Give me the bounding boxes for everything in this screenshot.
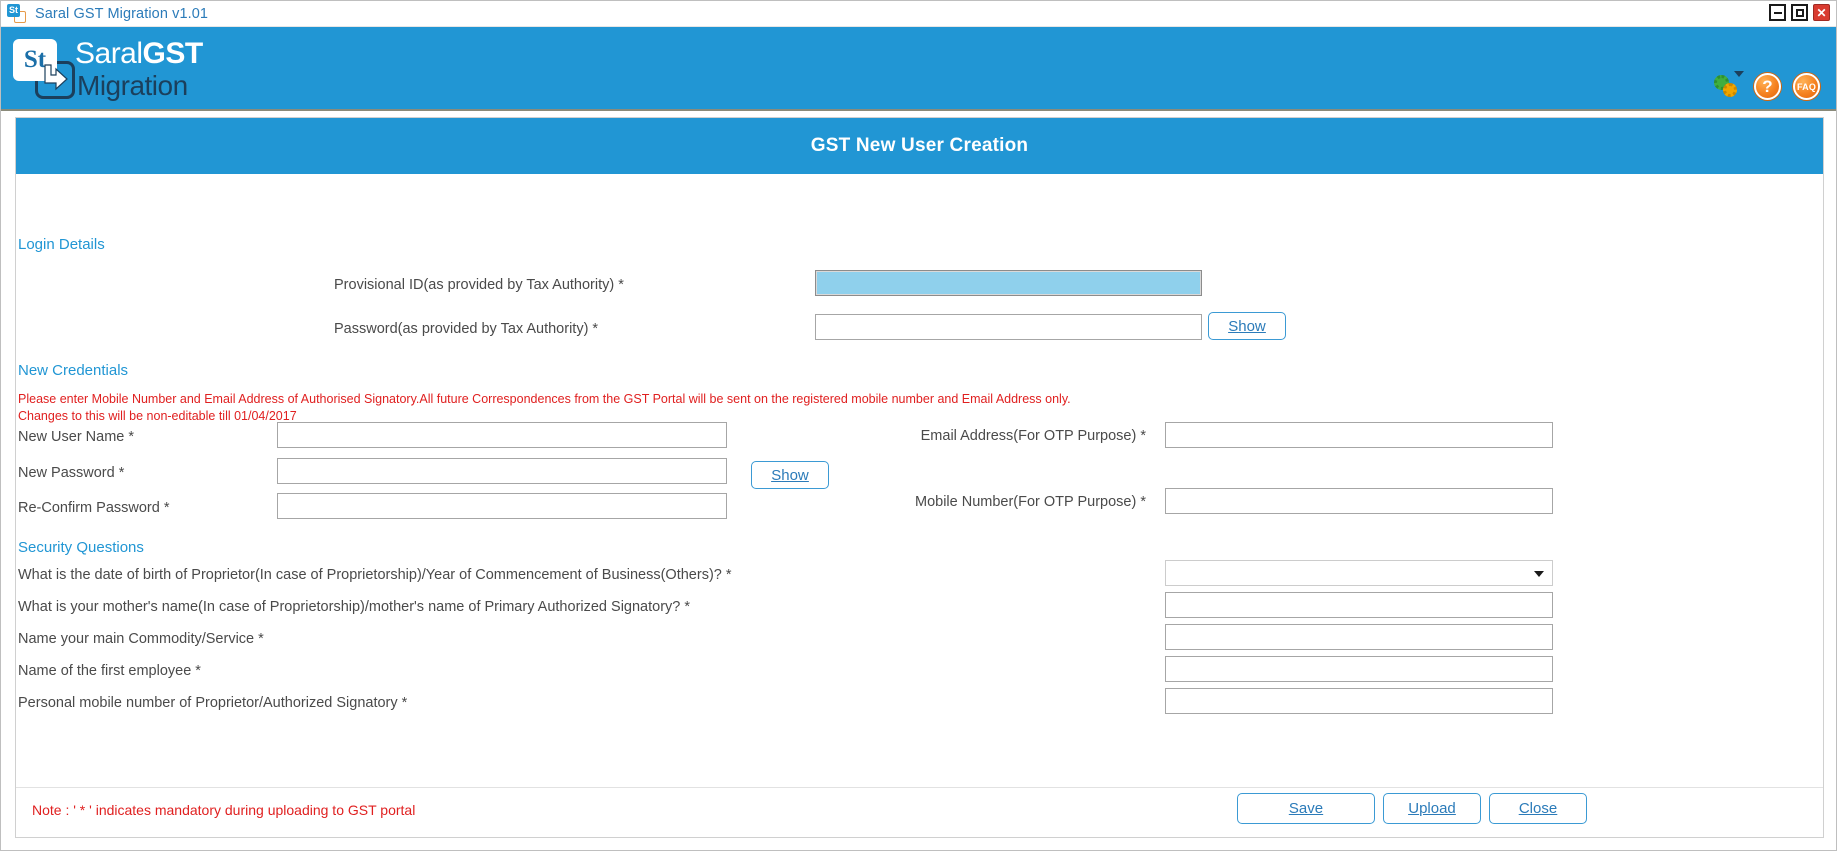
section-heading-login-details: Login Details xyxy=(18,236,105,253)
footer-bar: Note : ' * ' indicates mandatory during … xyxy=(16,787,1823,839)
security-question-1-label: What is the date of birth of Proprietor(… xyxy=(18,567,732,583)
faq-icon[interactable]: FAQ xyxy=(1793,73,1820,100)
mothers-name-input[interactable] xyxy=(1165,592,1553,618)
main-panel: GST New User Creation Login Details Prov… xyxy=(15,117,1824,838)
help-icon[interactable]: ? xyxy=(1754,73,1781,100)
password-input[interactable] xyxy=(815,314,1202,340)
section-heading-security-questions: Security Questions xyxy=(18,539,144,556)
mandatory-note: Note : ' * ' indicates mandatory during … xyxy=(32,802,416,818)
saral-gst-migration-logo: St SaralGST Migration xyxy=(13,33,213,105)
page-title: GST New User Creation xyxy=(16,118,1823,174)
brand-header: St SaralGST Migration ? FAQ xyxy=(1,27,1836,111)
security-question-3-label: Name your main Commodity/Service * xyxy=(18,631,264,647)
maximize-button[interactable] xyxy=(1791,4,1808,21)
reconfirm-password-input[interactable] xyxy=(277,493,727,519)
upload-button[interactable]: Upload xyxy=(1383,793,1481,824)
new-password-label: New Password * xyxy=(18,465,125,481)
dob-year-select[interactable] xyxy=(1165,560,1553,586)
mobile-number-label: Mobile Number(For OTP Purpose) * xyxy=(914,494,1146,510)
logo-title-bold: GST xyxy=(142,37,204,70)
header-icon-group: ? FAQ xyxy=(1714,70,1820,100)
minimize-button[interactable] xyxy=(1769,4,1786,21)
first-employee-input[interactable] xyxy=(1165,656,1553,682)
window-controls: ✕ xyxy=(1769,4,1830,21)
dob-year-select-wrapper[interactable] xyxy=(1165,560,1553,586)
settings-gear-icon[interactable] xyxy=(1714,70,1744,100)
down-right-arrow-icon xyxy=(44,64,68,91)
email-address-label: Email Address(For OTP Purpose) * xyxy=(920,428,1146,444)
new-user-name-input[interactable] xyxy=(277,422,727,448)
form-body: Login Details Provisional ID(as provided… xyxy=(16,174,1823,839)
personal-mobile-input[interactable] xyxy=(1165,688,1553,714)
credentials-note-line-1: Please enter Mobile Number and Email Add… xyxy=(18,392,1071,406)
save-button[interactable]: Save xyxy=(1237,793,1375,824)
security-question-5-label: Personal mobile number of Proprietor/Aut… xyxy=(18,695,408,711)
section-heading-new-credentials: New Credentials xyxy=(18,362,129,379)
logo-title: SaralGST xyxy=(75,37,203,71)
logo-title-light: Saral xyxy=(75,37,143,70)
logo-subtitle: Migration xyxy=(77,70,188,101)
close-button[interactable]: Close xyxy=(1489,793,1587,824)
main-commodity-input[interactable] xyxy=(1165,624,1553,650)
show-new-password-button[interactable]: Show xyxy=(751,461,829,489)
email-address-input[interactable] xyxy=(1165,422,1553,448)
close-window-button[interactable]: ✕ xyxy=(1813,4,1830,21)
mobile-number-input[interactable] xyxy=(1165,488,1553,514)
new-password-input[interactable] xyxy=(277,458,727,484)
provisional-id-input[interactable] xyxy=(815,270,1202,296)
app-icon-badge: St xyxy=(7,3,20,17)
app-icon: St xyxy=(7,3,27,24)
application-window: St Saral GST Migration v1.01 ✕ St SaralG… xyxy=(0,0,1837,851)
window-title-bar: St Saral GST Migration v1.01 ✕ xyxy=(1,1,1836,27)
reconfirm-password-label: Re-Confirm Password * xyxy=(18,500,170,516)
new-user-name-label: New User Name * xyxy=(18,429,135,445)
window-title: Saral GST Migration v1.01 xyxy=(35,5,209,22)
show-password-button[interactable]: Show xyxy=(1208,312,1286,340)
provisional-id-label: Provisional ID(as provided by Tax Author… xyxy=(334,277,624,293)
password-label: Password(as provided by Tax Authority) * xyxy=(334,321,599,337)
chevron-down-icon xyxy=(1734,70,1744,77)
security-question-4-label: Name of the first employee * xyxy=(18,663,201,679)
security-question-2-label: What is your mother's name(In case of Pr… xyxy=(18,599,691,615)
